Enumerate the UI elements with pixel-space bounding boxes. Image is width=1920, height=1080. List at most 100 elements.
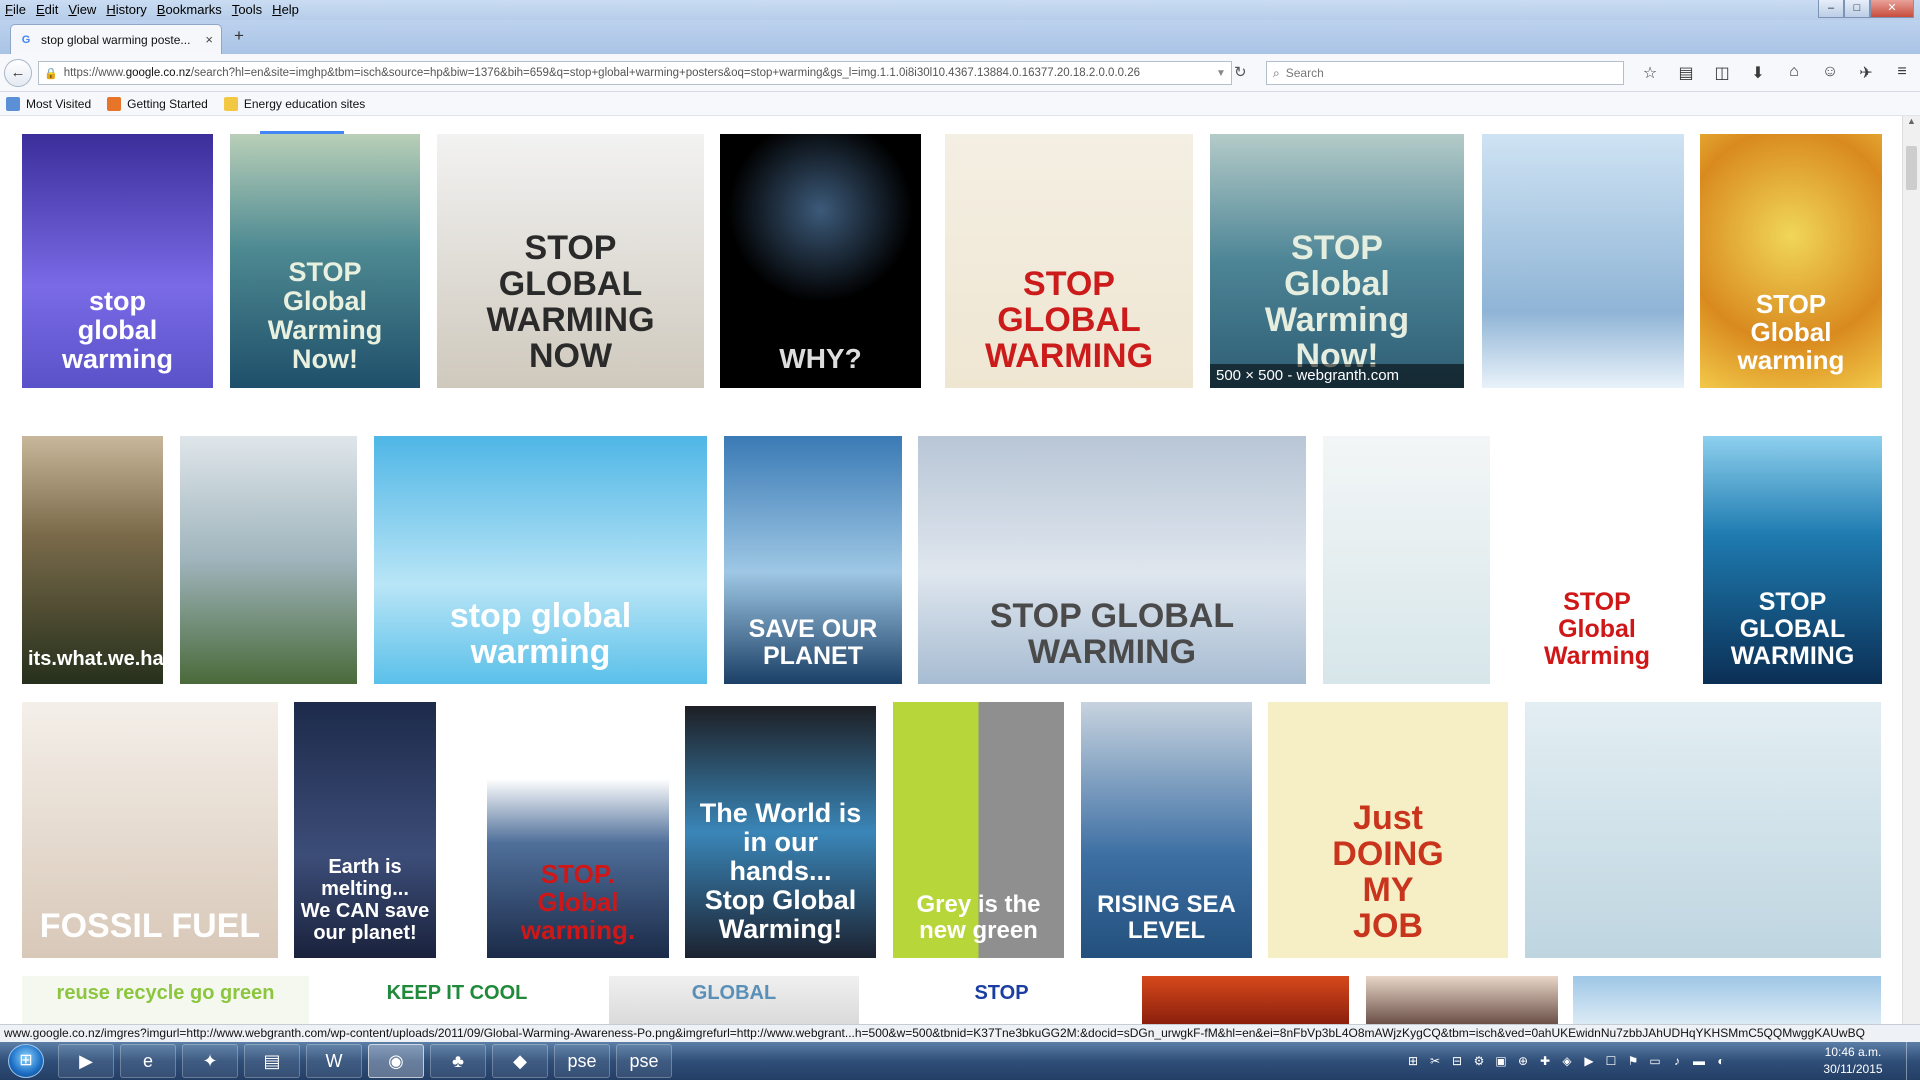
taskbar-photoshop-elements-icon[interactable]: pse: [616, 1044, 672, 1078]
image-result-stop-sign-earth[interactable]: STOP GLOBAL WARMING: [945, 134, 1193, 388]
image-result-stop-global-warming-sad-earth[interactable]: STOP Global Warming: [1507, 436, 1687, 684]
image-result-earth-ice-cream-cone[interactable]: Earth is melting... We CAN save our plan…: [294, 702, 436, 958]
menu-icon[interactable]: ≡: [1884, 63, 1920, 83]
star-icon[interactable]: ☆: [1632, 63, 1668, 83]
search-bar[interactable]: ⌕ Search: [1266, 61, 1624, 85]
taskbar-app-orange-icon[interactable]: ◆: [492, 1044, 548, 1078]
home-icon[interactable]: ⌂: [1776, 63, 1812, 83]
tray-icon[interactable]: ♪: [1666, 1054, 1688, 1068]
lock-icon[interactable]: 🔒: [44, 67, 58, 80]
image-result-fire-red[interactable]: [1142, 976, 1349, 1024]
scroll-up-icon[interactable]: ▲: [1903, 116, 1920, 132]
image-caption: STOP Global warming: [1737, 289, 1845, 375]
close-window-button[interactable]: ✕: [1870, 0, 1914, 18]
menu-item-edit[interactable]: Edit: [31, 0, 63, 20]
download-icon[interactable]: ⬇: [1740, 63, 1776, 83]
image-result-underwater-skyscraper[interactable]: STOP GLOBAL WARMING: [1703, 436, 1882, 684]
taskbar-app-icon[interactable]: ✦: [182, 1044, 238, 1078]
menu-item-file[interactable]: File: [0, 0, 31, 20]
tab-google-images[interactable]: G stop global warming poste... ×: [10, 24, 222, 54]
tray-icon[interactable]: ⚙: [1468, 1054, 1490, 1068]
scroll-thumb[interactable]: [1906, 146, 1917, 190]
image-caption: STOP Global Warming Now!: [1264, 229, 1410, 375]
menu-item-view[interactable]: View: [63, 0, 101, 20]
taskbar-photoshop-elements-icon[interactable]: pse: [554, 1044, 610, 1078]
menu-item-history[interactable]: History: [101, 0, 151, 20]
tray-icon[interactable]: ⊟: [1446, 1054, 1468, 1068]
menu-item-help[interactable]: Help: [267, 0, 304, 20]
url-dropdown-icon[interactable]: ▼: [1211, 68, 1231, 79]
image-result-just-doing-my-job-earth[interactable]: Just DOING MY JOB: [1268, 702, 1508, 958]
image-result-stop-global-warming-now-letters[interactable]: STOP GLOBAL WARMING NOW: [437, 134, 704, 388]
url-bar[interactable]: 🔒 https://www.google.co.nz/search?hl=en&…: [38, 61, 1232, 85]
menu-item-tools[interactable]: Tools: [227, 0, 267, 20]
image-result-penguin-lamp[interactable]: [1482, 134, 1684, 388]
tray-icon[interactable]: ▬: [1688, 1054, 1710, 1068]
image-result-fossil-fuel-burning-earth[interactable]: FOSSIL FUEL: [22, 702, 278, 958]
reload-icon[interactable]: ↻: [1234, 63, 1247, 81]
start-button[interactable]: ⊞: [8, 1044, 44, 1078]
taskbar-word-icon[interactable]: W: [306, 1044, 362, 1078]
vertical-scrollbar[interactable]: ▲: [1902, 116, 1920, 1024]
image-result-floating-island-help[interactable]: stop global warming: [374, 436, 707, 684]
taskbar-media-player-icon[interactable]: ▶: [58, 1044, 114, 1078]
image-result-stop-global-warming-webgranth[interactable]: STOP Global Warming Now! 500 × 500 - webg…: [1210, 134, 1464, 388]
image-result-tree-glass-water[interactable]: [1323, 436, 1490, 684]
image-caption: KEEP IT COOL: [386, 982, 528, 1004]
image-result-eye-lashes[interactable]: [1366, 976, 1558, 1024]
bookmark-icon: [6, 96, 20, 111]
minimize-button[interactable]: –: [1818, 0, 1844, 18]
image-result-keep-it-cool[interactable]: KEEP IT COOL: [325, 976, 589, 1024]
show-desktop-button[interactable]: [1906, 1042, 1920, 1080]
tray-icon[interactable]: ▶: [1578, 1054, 1600, 1068]
taskbar-file-explorer-icon[interactable]: ▤: [244, 1044, 300, 1078]
tray-icon[interactable]: ✚: [1534, 1054, 1556, 1068]
tray-icon[interactable]: ⊞: [1402, 1054, 1424, 1068]
tray-icon[interactable]: ◈: [1556, 1054, 1578, 1068]
image-result-save-our-planet-bear[interactable]: SAVE OUR PLANET: [724, 436, 902, 684]
bookmark-most-visited[interactable]: Most Visited: [6, 96, 91, 111]
tray-icon[interactable]: ☐: [1600, 1054, 1622, 1068]
reading-list-icon[interactable]: ▤: [1668, 63, 1704, 83]
pocket-icon[interactable]: ◫: [1704, 63, 1740, 83]
image-result-stop-global-warming-polar-bear[interactable]: STOP GLOBAL WARMING: [918, 436, 1306, 684]
menu-item-bookmarks[interactable]: Bookmarks: [152, 0, 227, 20]
image-result-hourglass-city[interactable]: [180, 436, 357, 684]
taskbar-app-green-icon[interactable]: ♣: [430, 1044, 486, 1078]
tray-icon[interactable]: ▣: [1490, 1054, 1512, 1068]
image-result-global-warming-blue[interactable]: GLOBAL: [609, 976, 859, 1024]
image-result-jar-its-what-we-have-left[interactable]: its.what.we.have.left.: [22, 436, 163, 684]
new-tab-button[interactable]: +: [234, 26, 244, 46]
tray-icon[interactable]: ▭: [1644, 1054, 1666, 1068]
image-result-reuse-recycle-go-green[interactable]: reuse recycle go green: [22, 976, 309, 1024]
menu-list: File Edit View History Bookmarks Tools Help: [0, 0, 1920, 20]
maximize-button[interactable]: □: [1844, 0, 1870, 18]
share-icon[interactable]: ✈: [1848, 63, 1884, 83]
image-result-fish-gas-mask[interactable]: [1525, 702, 1881, 958]
image-caption: stop global warming: [61, 286, 174, 374]
image-result-ocean-light[interactable]: [1573, 976, 1881, 1024]
image-result-stop-blue[interactable]: STOP: [881, 976, 1122, 1024]
taskbar-internet-explorer-icon[interactable]: e: [120, 1044, 176, 1078]
tray-icon[interactable]: ◐: [1710, 1054, 1732, 1068]
tray-icon[interactable]: ⊕: [1512, 1054, 1534, 1068]
bookmark-energy-education-sites[interactable]: Energy education sites: [223, 96, 365, 111]
image-result-why-globe-candle[interactable]: WHY?: [720, 134, 921, 388]
image-result-stop-global-warming-wave[interactable]: STOP. Global warming.: [487, 702, 669, 958]
back-button[interactable]: ←: [4, 59, 32, 87]
image-result-world-in-our-hands[interactable]: The World is in our hands... Stop Global…: [685, 706, 876, 958]
image-caption: Just DOING MY JOB: [1332, 799, 1444, 945]
taskbar-firefox-icon[interactable]: ◉: [368, 1044, 424, 1078]
image-result-panda-rising-sea-level[interactable]: RISING SEA LEVEL: [1081, 702, 1252, 958]
tray-icon[interactable]: ✂: [1424, 1054, 1446, 1068]
bookmark-getting-started[interactable]: Getting Started: [107, 96, 208, 111]
clock[interactable]: 10:46 a.m. 30/11/2015: [1806, 1044, 1900, 1078]
chat-icon[interactable]: ☺: [1812, 63, 1848, 83]
close-tab-icon[interactable]: ×: [205, 32, 213, 47]
url-text[interactable]: https://www.google.co.nz/search?hl=en&si…: [64, 67, 1211, 79]
tray-icon[interactable]: ⚑: [1622, 1054, 1644, 1068]
image-result-grey-is-the-new-green[interactable]: Grey is the new green: [893, 702, 1064, 958]
image-result-stop-global-warming-sea[interactable]: STOP Global Warming Now!: [230, 134, 420, 388]
image-result-one-tree-against-global-warming[interactable]: STOP Global warming: [1700, 134, 1882, 388]
image-result-stop-global-warming-hairdryer[interactable]: stop global warming: [22, 134, 213, 388]
